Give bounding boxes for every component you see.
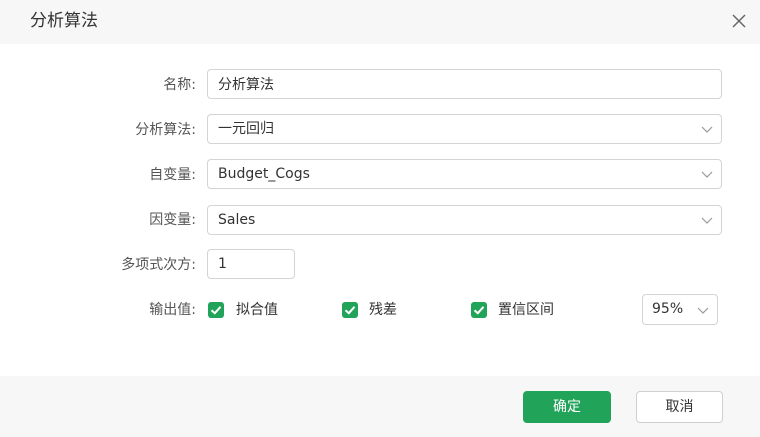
algorithm-select[interactable]: 一元回归 bbox=[207, 114, 722, 144]
polynomial-degree-field[interactable] bbox=[207, 249, 295, 279]
algorithm-label: 分析算法: bbox=[135, 122, 196, 138]
dependent-var-value: Sales bbox=[218, 212, 256, 228]
check-icon bbox=[210, 306, 222, 315]
dialog-title: 分析算法 bbox=[30, 11, 98, 31]
confidence-interval-label: 置信区间 bbox=[498, 302, 554, 318]
fitted-value-label: 拟合值 bbox=[236, 302, 278, 318]
fitted-value-checkbox[interactable] bbox=[208, 302, 224, 318]
residual-checkbox[interactable] bbox=[342, 302, 358, 318]
algorithm-value: 一元回归 bbox=[218, 121, 274, 137]
chevron-down-icon bbox=[701, 123, 713, 135]
chevron-down-icon bbox=[697, 304, 709, 316]
confidence-level-value: 95% bbox=[652, 301, 684, 317]
confidence-interval-checkbox[interactable] bbox=[471, 302, 487, 318]
output-label: 输出值: bbox=[149, 302, 196, 318]
confidence-level-select[interactable]: 95% bbox=[642, 294, 718, 325]
dependent-var-label: 因变量: bbox=[149, 212, 196, 228]
close-icon bbox=[732, 14, 746, 28]
name-input[interactable] bbox=[218, 70, 708, 98]
independent-var-label: 自变量: bbox=[149, 167, 196, 183]
independent-var-select[interactable]: Budget_Cogs bbox=[207, 159, 722, 189]
polynomial-degree-input[interactable] bbox=[218, 250, 288, 278]
dependent-var-select[interactable]: Sales bbox=[207, 205, 722, 235]
polynomial-degree-label: 多项式次方: bbox=[121, 257, 196, 273]
check-icon bbox=[473, 306, 485, 315]
name-field[interactable] bbox=[207, 69, 722, 99]
cancel-button[interactable]: 取消 bbox=[636, 391, 723, 423]
residual-label: 残差 bbox=[369, 302, 397, 318]
name-label: 名称: bbox=[163, 77, 196, 93]
chevron-down-icon bbox=[701, 214, 713, 226]
independent-var-value: Budget_Cogs bbox=[218, 166, 310, 182]
close-button[interactable] bbox=[728, 10, 750, 32]
dialog-header: 分析算法 bbox=[0, 0, 760, 44]
chevron-down-icon bbox=[701, 168, 713, 180]
check-icon bbox=[344, 306, 356, 315]
confirm-button[interactable]: 确定 bbox=[523, 391, 611, 423]
